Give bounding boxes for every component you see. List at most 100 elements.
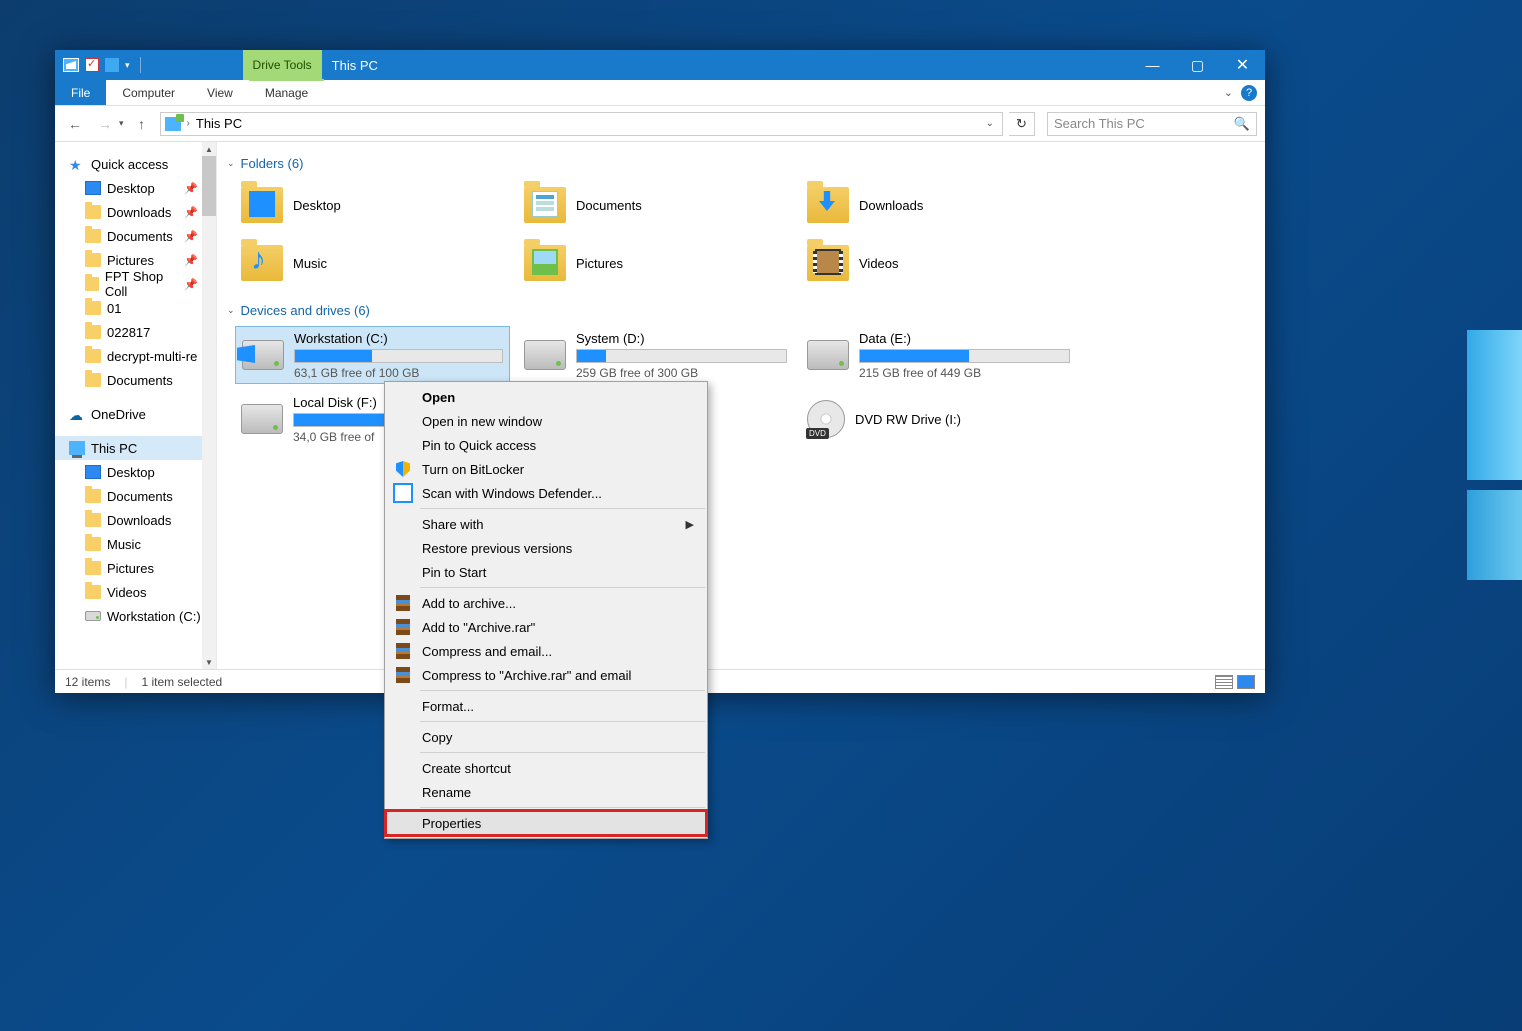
menu-item-label: Pin to Quick access — [422, 438, 536, 453]
scroll-thumb[interactable] — [202, 156, 216, 216]
sidebar-item-label: FPT Shop Coll — [105, 269, 178, 299]
context-menu-item[interactable]: Format... — [386, 694, 706, 718]
folder-tile[interactable]: Documents — [518, 179, 793, 231]
tab-manage[interactable]: Manage — [249, 79, 324, 105]
context-menu-item[interactable]: Compress and email... — [386, 639, 706, 663]
context-menu-item[interactable]: Add to "Archive.rar" — [386, 615, 706, 639]
rar-icon — [394, 666, 412, 684]
context-menu-item[interactable]: Pin to Start — [386, 560, 706, 584]
contextual-tab-drive-tools[interactable]: Drive Tools — [243, 50, 322, 80]
menu-item-label: Properties — [422, 816, 481, 831]
folder-tile[interactable]: Music — [235, 237, 510, 289]
sidebar-item[interactable]: Documents — [55, 368, 216, 392]
drive-usage-bar — [576, 349, 787, 363]
sidebar-item[interactable]: 022817 — [55, 320, 216, 344]
sidebar-label: OneDrive — [91, 407, 146, 422]
address-bar[interactable]: › This PC ⌄ — [160, 112, 1003, 136]
ribbon-tabs: File Computer View Manage ⌄ ? — [55, 80, 1265, 106]
context-menu-item[interactable]: Pin to Quick access — [386, 433, 706, 457]
app-icon — [63, 58, 79, 72]
up-button[interactable]: ↑ — [130, 112, 154, 136]
breadcrumb-chevron-icon[interactable]: › — [187, 118, 190, 129]
sidebar-item[interactable]: Documents — [55, 484, 216, 508]
folder-tile[interactable]: Pictures — [518, 237, 793, 289]
back-button[interactable]: ← — [63, 112, 87, 136]
context-menu-item[interactable]: Compress to "Archive.rar" and email — [386, 663, 706, 687]
menu-item-label: Scan with Windows Defender... — [422, 486, 602, 501]
maximize-button[interactable]: ▢ — [1175, 50, 1220, 80]
close-button[interactable]: ✕ — [1220, 50, 1265, 80]
sidebar-item-label: 01 — [107, 301, 121, 316]
refresh-button[interactable]: ↻ — [1009, 112, 1035, 136]
context-menu-item[interactable]: Turn on BitLocker — [386, 457, 706, 481]
context-menu-item[interactable]: Share with▶ — [386, 512, 706, 536]
sidebar-scrollbar[interactable]: ▲ ▼ — [202, 142, 216, 669]
help-icon[interactable]: ? — [1241, 85, 1257, 101]
folder-tile[interactable]: Desktop — [235, 179, 510, 231]
context-menu-item[interactable]: Open — [386, 385, 706, 409]
sidebar-this-pc[interactable]: This PC — [55, 436, 216, 460]
drive-tile[interactable]: DVD RW Drive (I:) — [801, 390, 1076, 448]
menu-separator — [420, 587, 705, 588]
ribbon-expand-icon[interactable]: ⌄ — [1224, 86, 1233, 99]
view-tiles-icon[interactable] — [1237, 675, 1255, 689]
sidebar-item-label: Documents — [107, 229, 173, 244]
sidebar-item[interactable]: Downloads — [55, 508, 216, 532]
tab-view[interactable]: View — [191, 80, 249, 105]
minimize-button[interactable]: — — [1130, 50, 1175, 80]
titlebar[interactable]: ▾ Drive Tools This PC — ▢ ✕ — [55, 50, 1265, 80]
scroll-up-icon[interactable]: ▲ — [202, 142, 216, 156]
sidebar-item[interactable]: Pictures — [55, 556, 216, 580]
scroll-down-icon[interactable]: ▼ — [202, 655, 216, 669]
onedrive-icon: ☁ — [69, 407, 85, 421]
qat-newfolder-icon[interactable] — [105, 58, 119, 72]
sidebar-quick-access[interactable]: ★ Quick access — [55, 152, 216, 176]
context-menu-item[interactable]: Scan with Windows Defender... — [386, 481, 706, 505]
sidebar-item[interactable]: 01 — [55, 296, 216, 320]
context-menu-item[interactable]: Open in new window — [386, 409, 706, 433]
address-dropdown-icon[interactable]: ⌄ — [982, 118, 998, 129]
history-dropdown-icon[interactable]: ▾ — [119, 118, 124, 129]
context-menu-item[interactable]: Copy — [386, 725, 706, 749]
group-header-folders[interactable]: ⌄ Folders (6) — [227, 156, 1253, 171]
breadcrumb-location[interactable]: This PC — [196, 116, 242, 131]
context-menu-item[interactable]: Rename — [386, 780, 706, 804]
desktop-background-accent — [1467, 490, 1522, 580]
shield-icon — [394, 460, 412, 478]
tab-file[interactable]: File — [55, 80, 106, 105]
sidebar-onedrive[interactable]: ☁ OneDrive — [55, 402, 216, 426]
sidebar-item[interactable]: Documents 📌 — [55, 224, 216, 248]
sidebar-item[interactable]: Videos — [55, 580, 216, 604]
folder-icon — [85, 561, 101, 575]
sidebar-item-label: Pictures — [107, 253, 154, 268]
context-menu-item[interactable]: Restore previous versions — [386, 536, 706, 560]
menu-item-label: Turn on BitLocker — [422, 462, 524, 477]
context-menu-item[interactable]: Create shortcut — [386, 756, 706, 780]
tab-computer[interactable]: Computer — [106, 80, 191, 105]
sidebar-item[interactable]: Desktop — [55, 460, 216, 484]
drive-tile[interactable]: Data (E:) 215 GB free of 449 GB — [801, 326, 1076, 384]
group-header-drives[interactable]: ⌄ Devices and drives (6) — [227, 303, 1253, 318]
drive-tile[interactable]: System (D:) 259 GB free of 300 GB — [518, 326, 793, 384]
context-menu-item[interactable]: Properties — [386, 811, 706, 835]
context-menu-item[interactable]: Add to archive... — [386, 591, 706, 615]
sidebar-item-label: Music — [107, 537, 141, 552]
view-details-icon[interactable] — [1215, 675, 1233, 689]
folder-tile[interactable]: Videos — [801, 237, 1076, 289]
drive-label: System (D:) — [576, 331, 787, 346]
sidebar-item[interactable]: decrypt-multi-re — [55, 344, 216, 368]
drive-icon — [242, 340, 284, 370]
submenu-arrow-icon: ▶ — [686, 518, 694, 531]
sidebar-item[interactable]: FPT Shop Coll 📌 — [55, 272, 216, 296]
qat-properties-icon[interactable] — [85, 58, 99, 72]
sidebar-item[interactable]: Downloads 📌 — [55, 200, 216, 224]
qat-dropdown-icon[interactable]: ▾ — [125, 60, 130, 71]
sidebar-item[interactable]: Desktop 📌 — [55, 176, 216, 200]
search-input[interactable]: Search This PC 🔍 — [1047, 112, 1257, 136]
folder-tile[interactable]: Downloads — [801, 179, 1076, 231]
forward-button[interactable]: → — [93, 112, 117, 136]
drive-tile[interactable]: Workstation (C:) 63,1 GB free of 100 GB — [235, 326, 510, 384]
folder-icon — [85, 585, 101, 599]
sidebar-item[interactable]: Music — [55, 532, 216, 556]
sidebar-item[interactable]: Workstation (C:) — [55, 604, 216, 628]
